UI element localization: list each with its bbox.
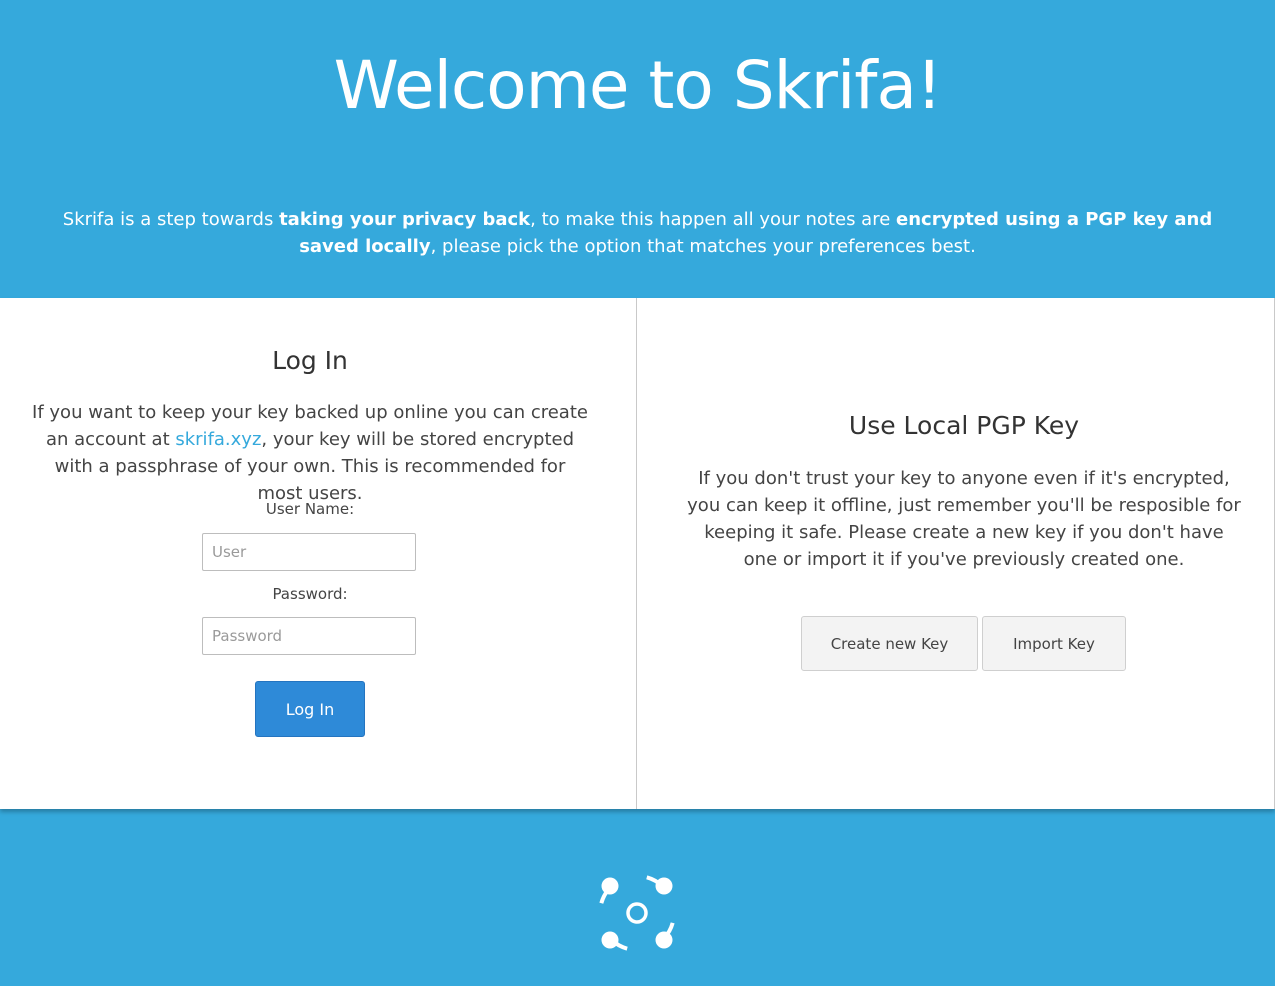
login-panel: Log In If you want to keep your key back… [0,298,637,809]
welcome-header: Welcome to Skrifa! Skrifa is a step towa… [0,0,1275,298]
login-description: If you want to keep your key backed up o… [30,399,590,507]
login-button[interactable]: Log In [255,681,365,737]
intro-part-1: Skrifa is a step towards [62,209,280,230]
username-input[interactable] [202,533,416,571]
local-key-description: If you don't trust your key to anyone ev… [687,468,1241,570]
password-input[interactable] [202,617,416,655]
local-key-panel: Use Local PGP Key If you don't trust you… [637,298,1275,809]
skrifa-logo-svg [598,874,676,952]
skrifa-logo-icon [596,872,678,954]
username-label: User Name: [265,500,355,518]
login-title: Log In [272,346,348,375]
intro-text: Skrifa is a step towards taking your pri… [30,206,1245,260]
page-title: Welcome to Skrifa! [333,47,943,124]
create-key-button[interactable]: Create new Key [801,616,978,671]
local-key-title: Use Local PGP Key [848,411,1080,440]
options-panels: Log In If you want to keep your key back… [0,298,1275,809]
password-label: Password: [272,585,348,603]
intro-bold-1: taking your privacy back [279,209,531,230]
intro-part-3: , please pick the option that matches yo… [430,236,976,257]
skrifa-link[interactable]: skrifa.xyz [175,429,261,450]
intro-part-2: , to make this happen all your notes are [530,209,897,230]
import-key-button[interactable]: Import Key [982,616,1126,671]
